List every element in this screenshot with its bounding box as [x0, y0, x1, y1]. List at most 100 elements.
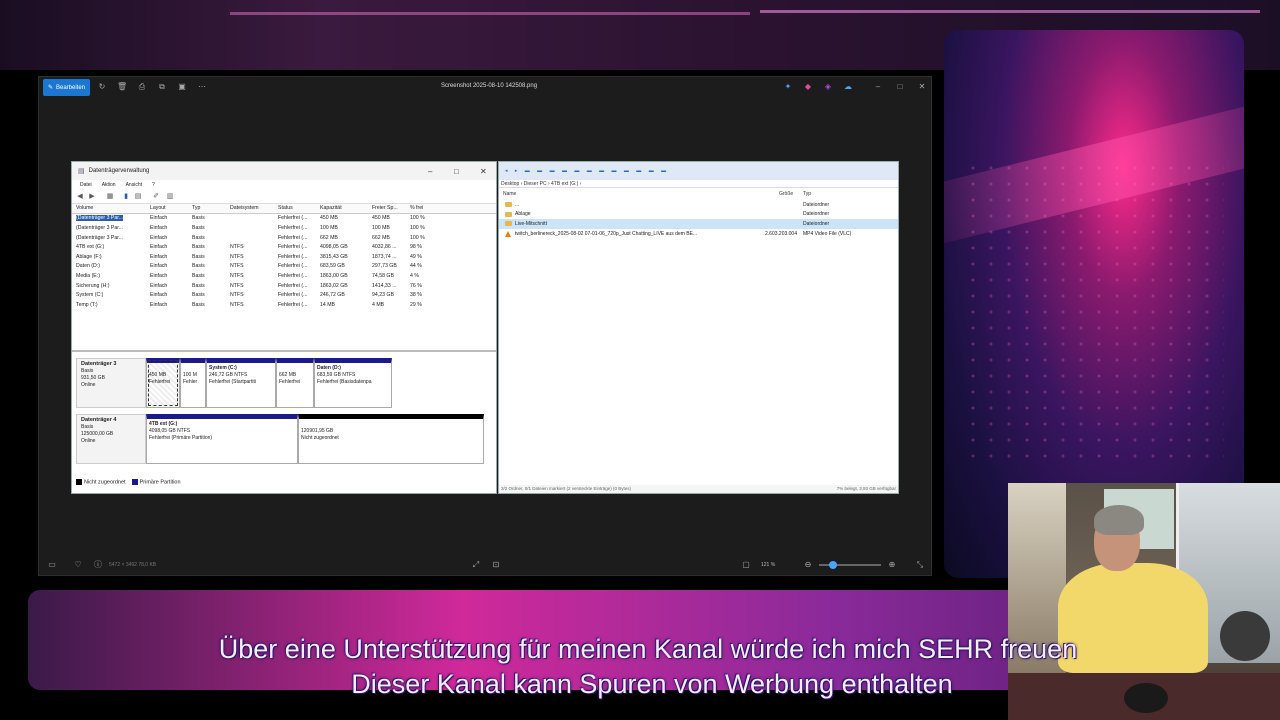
disk4-label[interactable]: Datenträger 4 Basis 125000,00 GB Online [76, 414, 146, 464]
menu-aktion[interactable]: Aktion [102, 182, 116, 188]
properties-icon[interactable]: ▤ [134, 193, 142, 201]
col-kapazitaet[interactable]: Kapazität [316, 205, 368, 211]
file-list: ... Dateiordner Ablage Dateiordner Live-Mits… [499, 200, 898, 238]
file-row[interactable]: ... Dateiordner [499, 200, 898, 210]
view-icon[interactable]: ▦ [106, 193, 114, 201]
info-circle-icon[interactable]: ⓘ [93, 560, 103, 570]
table-row[interactable]: Ablage (F:) Einfach Basis NTFS Fehlerfrei (.… [72, 252, 496, 262]
col-freier-speicher[interactable]: Freier Sp... [368, 205, 406, 211]
pane-splitter[interactable] [72, 350, 496, 352]
legend-primary: Primäre Partition [131, 478, 181, 485]
list-icon[interactable]: ▥ [166, 193, 174, 201]
effects-icon[interactable]: ◈ [823, 82, 833, 92]
fullscreen-view-icon[interactable]: ▢ [741, 560, 751, 570]
partition-system[interactable]: System (C:) 246,72 GB NTFS Fehlerfrei (S… [206, 358, 276, 408]
more-icon[interactable]: ⋯ [197, 82, 207, 92]
cloud-icon[interactable]: ☁ [843, 82, 853, 92]
col-status[interactable]: Status [274, 205, 316, 211]
partition-daten[interactable]: Daten (D:) 683,59 GB NTFS Fehlerfrei (Ba… [314, 358, 392, 408]
table-row[interactable]: (Datenträger 3 Par... Einfach Basis Fehlerf… [72, 223, 496, 233]
table-row[interactable]: Temp (T:) Einfach Basis NTFS Fehlerfrei (...… [72, 300, 496, 310]
action-icon[interactable]: ✐ [152, 193, 160, 201]
cell-text: NTFS [230, 244, 244, 251]
cell-status: Fehlerfrei (... [274, 244, 316, 250]
cell-text: 4098,05 GB [320, 244, 348, 251]
partition-block[interactable]: 450 MB Fehlerfrei [146, 358, 180, 408]
cell-text: (Datenträger 3 Par... [76, 234, 123, 241]
zoom-slider-knob[interactable] [829, 561, 837, 569]
toolbar-icons[interactable]: ◂ ▸ ▬ ▬ ▬ ▬ ▬ ▬ ▬ ▬ ▬ ▬ ▬ ▬ [505, 168, 669, 174]
cell-text: Einfach [150, 282, 168, 289]
crop-icon[interactable]: ⧉ [157, 82, 167, 92]
cell-text: Einfach [150, 253, 168, 260]
disk3-label[interactable]: Datenträger 3 Basis 931,50 GB Online [76, 358, 146, 408]
actual-size-icon[interactable]: ⊡ [491, 560, 501, 570]
decor-dots [964, 160, 1224, 460]
zoom-out-icon[interactable]: ⊖ [803, 560, 813, 570]
table-row[interactable]: Daten (D:) Einfach Basis NTFS Fehlerfrei (..… [72, 262, 496, 272]
col-dateisystem[interactable]: Dateisystem [226, 205, 274, 211]
zoom-slider[interactable] [819, 561, 881, 569]
edit-button[interactable]: ✎ Bearbeiten [43, 79, 90, 96]
menu-datei[interactable]: Datei [80, 182, 92, 188]
fit-icon[interactable]: ⤢ [471, 560, 481, 570]
favorite-icon[interactable]: ♡ [73, 560, 83, 570]
menu-help[interactable]: ? [152, 182, 155, 188]
rotate-icon[interactable]: ↻ [97, 82, 107, 92]
col-name[interactable]: Name [503, 191, 516, 197]
cell-dateisystem: NTFS [226, 283, 274, 289]
zoom-in-icon[interactable]: ⊕ [887, 560, 897, 570]
table-row[interactable]: Sicherung (H:) Einfach Basis NTFS Fehlerfrei… [72, 281, 496, 291]
folder-icon [505, 221, 512, 227]
minimize-icon[interactable]: – [428, 167, 432, 176]
zoom-level[interactable]: 121 % [761, 562, 775, 568]
partition-block[interactable]: 100 M Fehler [180, 358, 206, 408]
volume-table-body: (Datenträger 3 Par... Einfach Basis Fehlerf… [72, 214, 496, 310]
col-typ[interactable]: Typ [803, 191, 811, 197]
file-row[interactable]: Ablage Dateiordner [499, 210, 898, 220]
edit-ai-icon[interactable]: ✦ [783, 82, 793, 92]
table-row[interactable]: (Datenträger 3 Par... Einfach Basis Fehlerf… [72, 233, 496, 243]
cell-volume: Temp (T:) [72, 302, 146, 308]
col-volume[interactable]: Volume [72, 205, 146, 211]
partition-title: Daten (D:) [317, 365, 341, 371]
file-name: Live-Mitschnitt [515, 220, 547, 227]
cell-kapazitaet: 450 MB [316, 215, 368, 221]
partition-unallocated[interactable]: 120901,95 GB Nicht zugeordnet [298, 414, 484, 464]
partition-block[interactable]: 662 MB Fehlerfrei [276, 358, 314, 408]
table-row[interactable]: System (C:) Einfach Basis NTFS Fehlerfrei (.… [72, 290, 496, 300]
close-icon[interactable]: ✕ [917, 82, 927, 92]
paint-icon[interactable]: ◆ [803, 82, 813, 92]
file-row[interactable]: twitch_berlinereck_2025-08-02 07-01-06_7… [499, 229, 898, 239]
filmstrip-icon[interactable]: ▭ [47, 560, 57, 570]
maximize-icon[interactable]: □ [895, 82, 905, 92]
menu-ansicht[interactable]: Ansicht [126, 182, 142, 188]
address-bar[interactable]: Desktop › Dieser PC › 4TB ext (G:) › [499, 180, 898, 188]
col-typ[interactable]: Typ [188, 205, 226, 211]
back-icon[interactable]: ◀ [76, 193, 84, 201]
help-icon[interactable]: ▮ [122, 193, 130, 201]
cell-prozent-frei: 44 % [406, 263, 440, 269]
partition-4tb-ext[interactable]: 4TB ext (G:) 4098,05 GB NTFS Fehlerfrei … [146, 414, 298, 464]
col-groesse[interactable]: Größe [779, 191, 793, 197]
forward-icon[interactable]: ▶ [88, 193, 96, 201]
expand-icon[interactable]: ⤡ [915, 560, 925, 570]
close-icon[interactable]: ✕ [480, 167, 487, 176]
info-icon[interactable]: ▣ [177, 82, 187, 92]
print-icon[interactable]: ⎙ [137, 82, 147, 92]
file-row[interactable]: Live-Mitschnitt Dateiordner [499, 219, 898, 229]
col-layout[interactable]: Layout [146, 205, 188, 211]
cell-text: 49 % [410, 253, 422, 260]
partition-legend: Nicht zugeordnet Primäre Partition [76, 478, 181, 485]
viewer-statusbar: ▭ ♡ ⓘ 5472 × 3492 78,0 KB ⤢ ⊡ ▢ 121 % ⊖ … [39, 555, 931, 575]
cell-kapazitaet: 1863,02 GB [316, 283, 368, 289]
cell-volume: Daten (D:) [72, 263, 146, 269]
maximize-icon[interactable]: □ [454, 167, 459, 176]
delete-icon[interactable]: 🗑 [117, 82, 127, 92]
table-row[interactable]: 4TB ext (G:) Einfach Basis NTFS Fehlerfrei (… [72, 242, 496, 252]
partition-size: 662 MB [279, 372, 297, 378]
col-prozent-frei[interactable]: % frei [406, 205, 440, 211]
table-row[interactable]: Media (E:) Einfach Basis NTFS Fehlerfrei (..… [72, 271, 496, 281]
table-row[interactable]: (Datenträger 3 Par... Einfach Basis Fehlerf… [72, 214, 496, 224]
minimize-icon[interactable]: – [873, 82, 883, 92]
